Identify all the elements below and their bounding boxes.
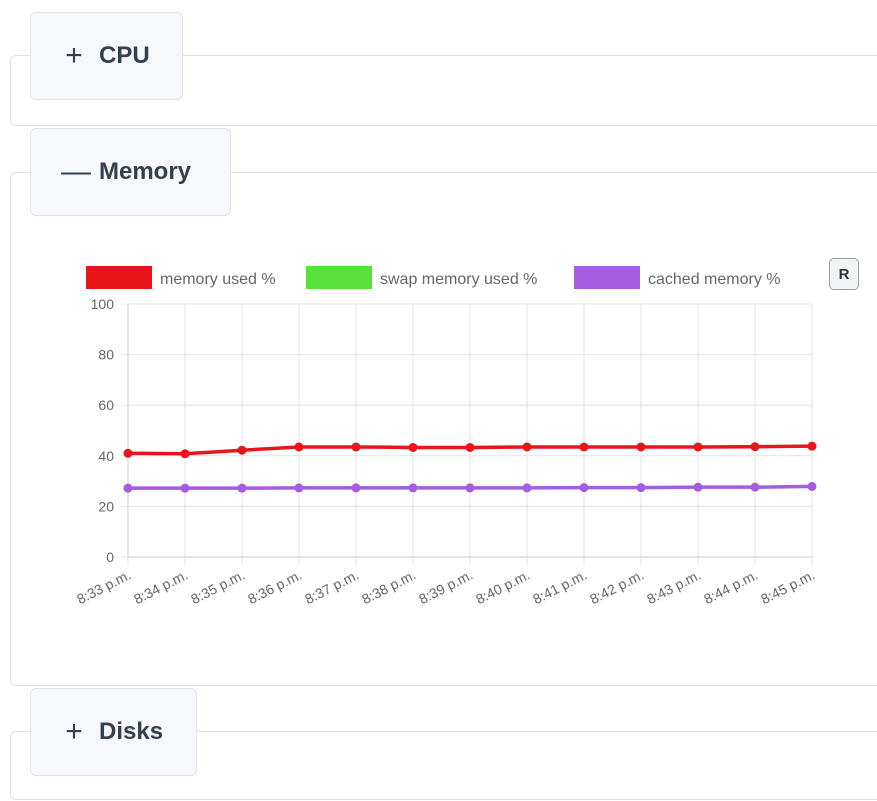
data-point <box>180 449 190 459</box>
x-tick-label: 8:39 p.m. <box>416 566 475 607</box>
x-tick-label: 8:35 p.m. <box>188 566 247 607</box>
data-point <box>180 483 190 493</box>
y-tick-label: 0 <box>106 549 114 565</box>
y-tick-label: 80 <box>98 347 114 363</box>
data-point <box>408 442 418 452</box>
data-point <box>579 483 589 493</box>
data-point <box>807 441 817 451</box>
x-tick-label: 8:43 p.m. <box>644 566 703 607</box>
data-point <box>693 442 703 452</box>
data-point <box>465 442 475 452</box>
legend-label: cached memory % <box>648 271 781 288</box>
y-tick-label: 60 <box>98 397 114 413</box>
disks-section-label: Disks <box>99 718 164 745</box>
data-point <box>579 442 589 452</box>
data-point <box>237 445 247 455</box>
expand-icon: + <box>65 715 83 748</box>
legend-label: memory used % <box>160 271 276 288</box>
data-point <box>522 483 532 493</box>
x-tick-label: 8:36 p.m. <box>245 566 304 607</box>
x-tick-label: 8:44 p.m. <box>701 566 760 607</box>
disks-toggle-button[interactable]: + Disks <box>30 688 197 776</box>
x-tick-label: 8:40 p.m. <box>473 566 532 607</box>
legend-swatch <box>86 266 152 289</box>
data-point <box>294 442 304 452</box>
data-point <box>636 442 646 452</box>
data-point <box>351 442 361 452</box>
x-tick-label: 8:42 p.m. <box>587 566 646 607</box>
data-point <box>465 483 475 493</box>
data-point <box>294 483 304 493</box>
data-point <box>750 482 760 492</box>
x-tick-label: 8:34 p.m. <box>131 566 190 607</box>
reset-zoom-button[interactable]: R <box>829 258 859 290</box>
data-point <box>522 442 532 452</box>
data-point <box>123 483 133 493</box>
data-point <box>237 483 247 493</box>
x-tick-label: 8:37 p.m. <box>302 566 361 607</box>
memory-chart: 0204060801008:33 p.m.8:34 p.m.8:35 p.m.8… <box>74 266 817 607</box>
y-tick-label: 40 <box>98 448 114 464</box>
x-tick-label: 8:38 p.m. <box>359 566 418 607</box>
data-point <box>123 448 133 458</box>
y-tick-label: 100 <box>91 296 115 312</box>
legend-swatch <box>306 266 372 289</box>
data-point <box>693 482 703 492</box>
data-point <box>636 483 646 493</box>
data-point <box>750 442 760 452</box>
data-point <box>351 483 361 493</box>
data-point <box>408 483 418 493</box>
x-tick-label: 8:41 p.m. <box>530 566 589 607</box>
legend-label: swap memory used % <box>380 271 537 288</box>
x-tick-label: 8:33 p.m. <box>74 566 133 607</box>
data-point <box>807 481 817 491</box>
x-tick-label: 8:45 p.m. <box>758 566 817 607</box>
legend-swatch <box>574 266 640 289</box>
y-tick-label: 20 <box>98 498 114 514</box>
